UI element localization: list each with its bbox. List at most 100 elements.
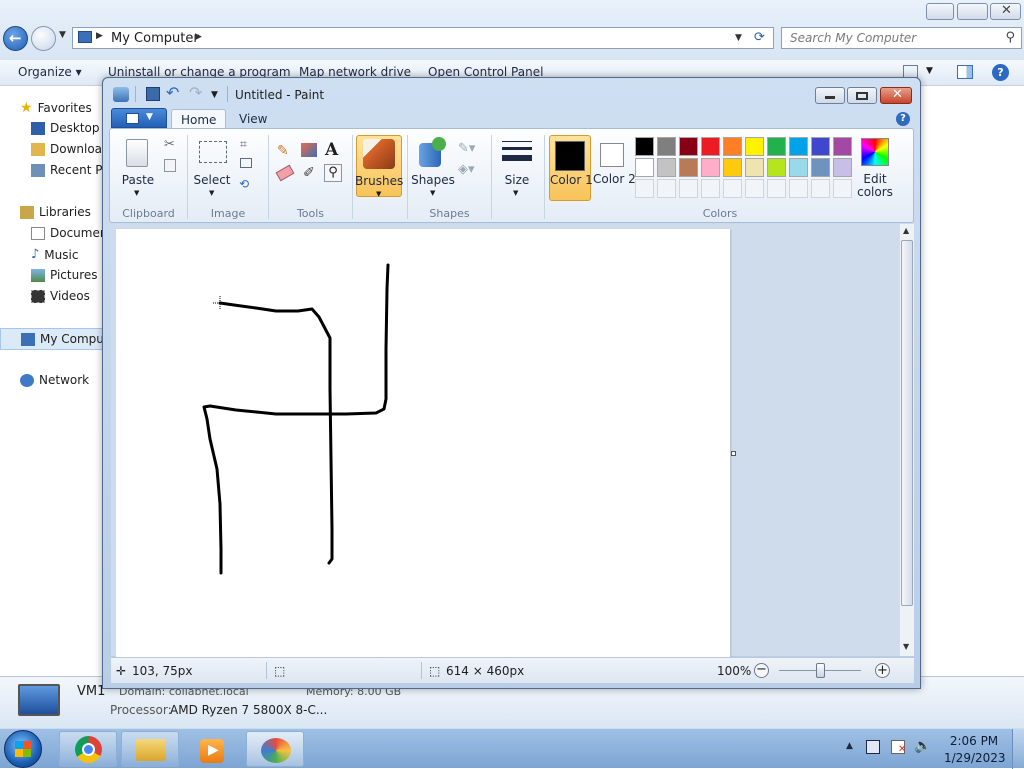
- nav-my-computer[interactable]: My Comput: [0, 328, 110, 350]
- tab-home[interactable]: Home: [171, 109, 227, 129]
- taskbar-paint[interactable]: [246, 731, 304, 767]
- nav-music[interactable]: ♪ Music: [31, 247, 78, 262]
- close-button[interactable]: ✕: [990, 3, 1021, 20]
- palette-color-swatch[interactable]: [833, 158, 852, 177]
- palette-custom-slot[interactable]: [789, 179, 808, 198]
- palette-color-swatch[interactable]: [811, 158, 830, 177]
- palette-color-swatch[interactable]: [789, 158, 808, 177]
- save-icon[interactable]: [146, 87, 160, 101]
- breadcrumb-my-computer[interactable]: My Computer: [111, 31, 199, 46]
- magnifier-icon[interactable]: ⚲: [324, 164, 342, 182]
- palette-custom-slot[interactable]: [767, 179, 786, 198]
- redo-icon[interactable]: ↷: [189, 83, 202, 102]
- breadcrumb-chevron-icon[interactable]: ▶: [195, 32, 202, 42]
- search-input[interactable]: Search My Computer ⚲: [781, 27, 1022, 49]
- taskbar-chrome[interactable]: [59, 731, 117, 767]
- zoom-out-button[interactable]: −: [754, 663, 769, 678]
- pencil-icon[interactable]: ✎: [277, 143, 289, 159]
- forward-button[interactable]: [31, 26, 56, 51]
- recent-pages-dropdown-icon[interactable]: ▼: [59, 30, 66, 40]
- palette-color-swatch[interactable]: [701, 137, 720, 156]
- taskbar-explorer[interactable]: [121, 731, 179, 767]
- crop-icon[interactable]: ⌗: [240, 137, 247, 152]
- zoom-slider-thumb[interactable]: [816, 663, 825, 678]
- zoom-in-button[interactable]: +: [875, 663, 890, 678]
- paste-button[interactable]: Paste ▼: [118, 135, 158, 197]
- paint-close-button[interactable]: ✕: [880, 87, 912, 104]
- color2-button[interactable]: Color 2: [593, 135, 636, 201]
- palette-color-swatch[interactable]: [833, 137, 852, 156]
- fill-bucket-icon[interactable]: [301, 143, 317, 157]
- scroll-down-icon[interactable]: ▼: [903, 642, 909, 651]
- color-picker-icon[interactable]: ✐: [303, 165, 315, 181]
- select-button[interactable]: Select ▼: [193, 135, 231, 197]
- palette-color-swatch[interactable]: [679, 137, 698, 156]
- palette-custom-slot[interactable]: [635, 179, 654, 198]
- show-hidden-icons[interactable]: ▲: [846, 741, 853, 751]
- scroll-up-icon[interactable]: ▲: [903, 226, 909, 235]
- nav-desktop[interactable]: Desktop: [31, 121, 100, 135]
- fill-icon[interactable]: ◈▾: [458, 162, 475, 177]
- palette-custom-slot[interactable]: [811, 179, 830, 198]
- preview-pane-icon[interactable]: [957, 65, 973, 79]
- color1-button[interactable]: Color 1: [549, 135, 593, 201]
- outline-icon[interactable]: ✎▾: [458, 141, 475, 156]
- nav-documents[interactable]: Documen: [31, 226, 107, 240]
- paint-minimize-button[interactable]: [815, 87, 845, 104]
- nav-libraries[interactable]: Libraries: [20, 205, 91, 219]
- taskbar-media-player[interactable]: ▶: [183, 731, 241, 767]
- nav-network[interactable]: Network: [20, 373, 89, 387]
- organize-button[interactable]: Organize ▾: [18, 65, 82, 79]
- palette-color-swatch[interactable]: [657, 137, 676, 156]
- view-dropdown-icon[interactable]: ▼: [926, 66, 933, 76]
- palette-color-swatch[interactable]: [723, 137, 742, 156]
- palette-custom-slot[interactable]: [833, 179, 852, 198]
- palette-color-swatch[interactable]: [767, 158, 786, 177]
- palette-custom-slot[interactable]: [701, 179, 720, 198]
- drawing-canvas[interactable]: [116, 229, 730, 657]
- help-icon[interactable]: ?: [992, 64, 1009, 81]
- palette-custom-slot[interactable]: [723, 179, 742, 198]
- paint-help-icon[interactable]: ?: [896, 112, 910, 126]
- palette-color-swatch[interactable]: [745, 137, 764, 156]
- paint-file-menu-button[interactable]: ▼: [111, 108, 167, 128]
- undo-icon[interactable]: ↶: [166, 83, 179, 102]
- palette-color-swatch[interactable]: [657, 158, 676, 177]
- palette-color-swatch[interactable]: [767, 137, 786, 156]
- nav-videos[interactable]: Videos: [31, 289, 90, 303]
- volume-icon[interactable]: 🔈: [914, 738, 931, 754]
- shapes-button[interactable]: Shapes ▼: [411, 135, 455, 197]
- nav-recent-places[interactable]: Recent Pla: [31, 163, 113, 177]
- clock-date[interactable]: 1/29/2023: [944, 751, 1006, 765]
- address-dropdown-icon[interactable]: ▼: [735, 33, 742, 43]
- palette-color-swatch[interactable]: [745, 158, 764, 177]
- palette-custom-slot[interactable]: [679, 179, 698, 198]
- show-desktop-button[interactable]: [1012, 729, 1024, 769]
- palette-color-swatch[interactable]: [789, 137, 808, 156]
- vertical-scrollbar[interactable]: ▲ ▼: [899, 224, 914, 656]
- edit-colors-button[interactable]: Edit colors: [857, 135, 893, 201]
- palette-color-swatch[interactable]: [701, 158, 720, 177]
- nav-pictures[interactable]: Pictures: [31, 268, 98, 282]
- tab-view[interactable]: View: [230, 109, 276, 129]
- refresh-icon[interactable]: ⟳: [754, 30, 765, 45]
- eraser-icon[interactable]: [275, 164, 295, 182]
- paint-maximize-button[interactable]: [847, 87, 877, 104]
- canvas-resize-handle[interactable]: [731, 451, 736, 456]
- palette-custom-slot[interactable]: [657, 179, 676, 198]
- network-tray-icon[interactable]: [866, 740, 880, 754]
- palette-color-swatch[interactable]: [635, 137, 654, 156]
- palette-color-swatch[interactable]: [679, 158, 698, 177]
- maximize-button[interactable]: [957, 3, 988, 20]
- nav-favorites[interactable]: ★ Favorites: [20, 100, 92, 116]
- resize-icon[interactable]: [240, 158, 252, 168]
- palette-color-swatch[interactable]: [723, 158, 742, 177]
- quick-access-dropdown-icon[interactable]: ▼: [211, 90, 218, 100]
- scrollbar-thumb[interactable]: [901, 240, 913, 606]
- start-button[interactable]: [4, 730, 42, 768]
- text-tool-icon[interactable]: A: [325, 140, 338, 160]
- copy-icon[interactable]: [164, 159, 176, 172]
- size-button[interactable]: Size ▼: [498, 135, 536, 197]
- rotate-icon[interactable]: ⟲: [239, 177, 249, 191]
- minimize-button[interactable]: [926, 3, 954, 20]
